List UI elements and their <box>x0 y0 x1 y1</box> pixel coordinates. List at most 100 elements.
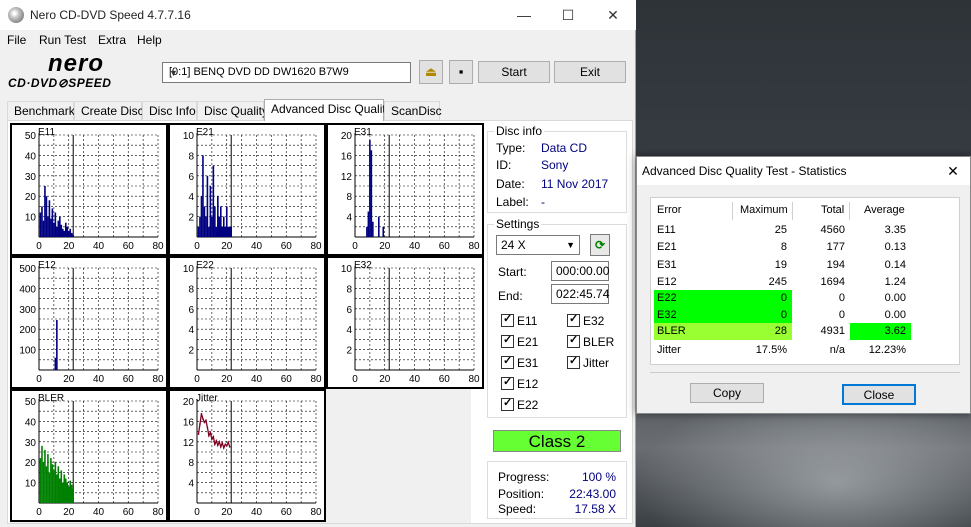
tab-scandisc[interactable]: ScanDisc <box>384 101 442 120</box>
copy-button[interactable]: Copy <box>690 383 764 403</box>
x-tick-label: 0 <box>194 241 200 252</box>
title-bar[interactable]: Nero CD-DVD Speed 4.7.7.16 — ☐ ✕ <box>0 0 636 30</box>
progress-label: Progress: <box>498 470 550 484</box>
dialog-close-icon[interactable]: ✕ <box>936 157 970 185</box>
y-tick-label: 20 <box>25 192 37 203</box>
x-tick-label: 0 <box>194 374 200 385</box>
bar <box>45 466 48 503</box>
exit-button[interactable]: Exit <box>554 61 626 83</box>
tab-disc-quality[interactable]: Disc Quality <box>197 101 268 120</box>
data-point <box>199 423 201 425</box>
dialog-title-bar[interactable]: Advanced Disc Quality Test - Statistics … <box>637 157 970 185</box>
bar <box>225 206 228 237</box>
statistics-dialog: Advanced Disc Quality Test - Statistics … <box>636 156 971 414</box>
bar <box>66 226 69 237</box>
x-tick-label: 20 <box>221 241 233 252</box>
chart-title: E21 <box>196 127 214 138</box>
bar <box>197 226 200 237</box>
checkbox-checked-icon <box>567 312 580 327</box>
menu-extra[interactable]: Extra <box>98 33 126 47</box>
main-window: Nero CD-DVD Speed 4.7.7.16 — ☐ ✕ File Ru… <box>0 0 636 527</box>
y-tick-label: 2 <box>188 346 194 357</box>
checkbox-e21[interactable]: E21 <box>501 333 539 349</box>
x-tick-label: 60 <box>123 374 135 385</box>
y-tick-label: 10 <box>341 264 353 275</box>
data-point <box>209 431 212 434</box>
bar <box>366 226 368 237</box>
bar <box>369 140 371 237</box>
speed-select[interactable]: 24 X ▼ <box>496 235 580 255</box>
checkbox-e21-label: E21 <box>517 335 539 349</box>
x-tick-label: 20 <box>63 507 75 518</box>
tab-create-disc[interactable]: Create Disc <box>74 101 144 120</box>
dialog-close-button[interactable]: Close <box>842 384 916 405</box>
bar <box>64 222 67 237</box>
bar <box>39 458 42 503</box>
column-divider <box>732 202 733 220</box>
stat-error-name: E31 <box>657 259 677 271</box>
column-header-maximum: Maximum <box>740 204 788 216</box>
bar <box>57 466 60 503</box>
maximize-button[interactable]: ☐ <box>545 0 591 30</box>
menu-help[interactable]: Help <box>137 33 162 47</box>
start-time-field[interactable]: 000:00.00 <box>551 261 609 281</box>
tab-benchmark[interactable]: Benchmark <box>7 101 75 120</box>
bar <box>41 445 43 503</box>
data-point <box>229 446 231 448</box>
y-tick-label: 8 <box>346 284 352 295</box>
checkbox-e31[interactable]: E31 <box>501 354 538 370</box>
chart-bler: 0 20 40 60 80 10 20 30 40 50 BLER <box>10 389 168 522</box>
y-tick-label: 10 <box>25 213 37 224</box>
y-tick-label: 50 <box>25 131 37 142</box>
position-label: Position: <box>498 487 545 501</box>
settings-group: Settings 24 X ▼ ⟳ Start: 000:00.00 End: … <box>487 217 627 418</box>
x-tick-label: 0 <box>36 507 42 518</box>
menu-file[interactable]: File <box>7 33 26 47</box>
save-button[interactable]: ▪ <box>449 60 473 84</box>
checkbox-bler[interactable]: BLER <box>567 333 615 349</box>
eject-button[interactable]: ⏏ <box>419 60 443 84</box>
stat-average: 12.23% <box>868 344 906 356</box>
close-button[interactable]: ✕ <box>590 0 636 30</box>
data-point <box>202 418 204 420</box>
drive-select[interactable]: [0:1] BENQ DVD DD DW1620 B7W9 ▼ <box>162 62 411 83</box>
end-time-field[interactable]: 022:45.74 <box>551 284 609 304</box>
bar <box>217 196 219 237</box>
refresh-speed-button[interactable]: ⟳ <box>590 234 610 256</box>
bar <box>56 226 58 237</box>
checkbox-jitter[interactable]: Jitter <box>567 354 609 370</box>
bar <box>69 480 72 503</box>
checkbox-e32[interactable]: E32 <box>567 312 604 328</box>
stat-total: 177 <box>826 241 845 253</box>
checkbox-e12[interactable]: E12 <box>501 375 538 391</box>
checkbox-checked-icon <box>501 375 514 390</box>
data-point <box>206 426 209 429</box>
menu-run-test[interactable]: Run Test <box>39 33 86 47</box>
data-point <box>226 445 228 447</box>
tab-disc-info[interactable]: Disc Info <box>142 101 197 120</box>
checkbox-checked-icon <box>567 354 580 369</box>
stat-total: 0 <box>838 292 845 304</box>
quality-class-badge: Class 2 <box>493 430 621 452</box>
start-button[interactable]: Start <box>478 61 550 83</box>
stat-average: 3.62 <box>884 325 906 337</box>
checkbox-bler-label: BLER <box>583 335 615 349</box>
data-point <box>215 440 218 442</box>
checkbox-e22-label: E22 <box>517 398 539 412</box>
x-tick-label: 60 <box>439 241 451 252</box>
checkbox-e22[interactable]: E22 <box>501 396 539 412</box>
minimize-button[interactable]: — <box>501 0 547 30</box>
checkbox-e11[interactable]: E11 <box>501 312 537 328</box>
tab-advanced-disc-quality[interactable]: Advanced Disc Quality <box>264 99 392 121</box>
disc-type-value: Data CD <box>541 141 588 155</box>
data-point <box>220 446 222 448</box>
bar <box>54 357 57 370</box>
bar <box>199 216 201 237</box>
x-tick-label: 20 <box>63 241 75 252</box>
bar <box>378 216 380 237</box>
chart-svg: 0 20 40 60 8048121620 Jitter <box>183 393 322 518</box>
bar <box>372 221 374 237</box>
bar <box>69 228 72 237</box>
y-tick-label: 40 <box>25 151 37 162</box>
column-header-error: Error <box>657 204 682 216</box>
